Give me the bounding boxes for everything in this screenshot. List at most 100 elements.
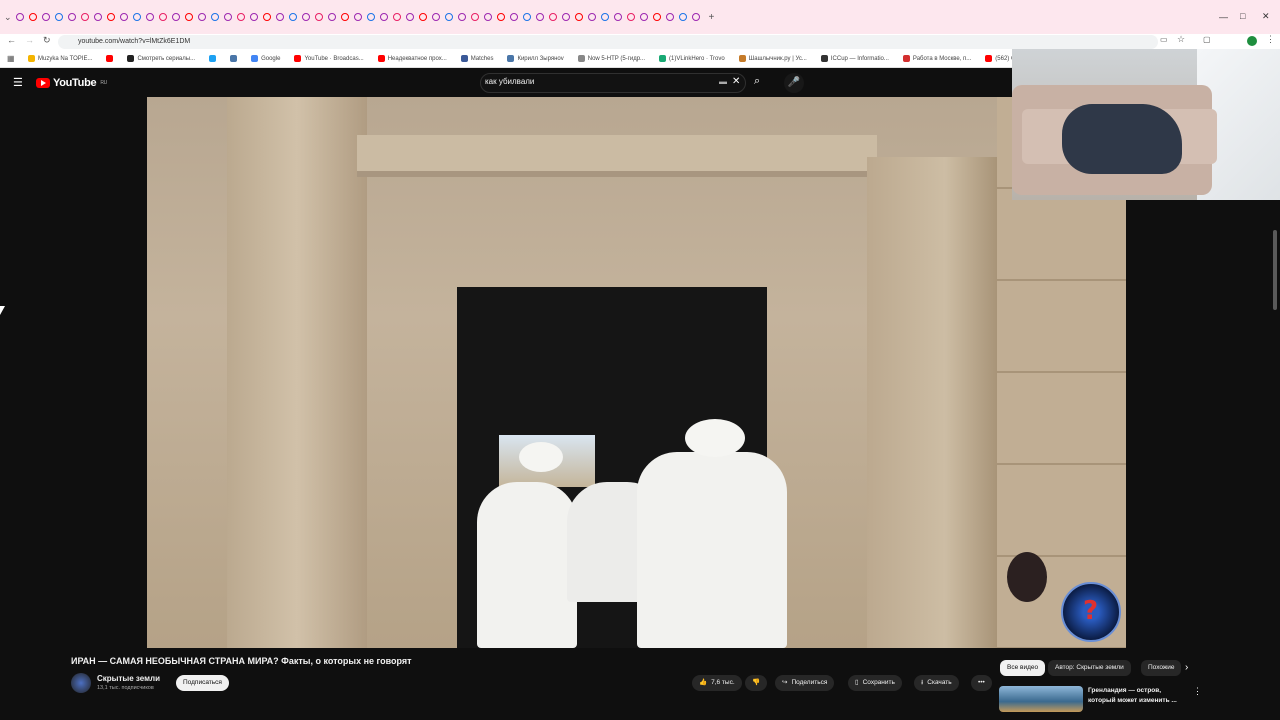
subscribe-button[interactable]: Подписаться bbox=[176, 675, 229, 691]
browser-tab-favicon-icon[interactable] bbox=[574, 13, 583, 21]
browser-tab-favicon-icon[interactable] bbox=[275, 13, 284, 21]
clear-search-icon[interactable]: ✕ bbox=[732, 76, 740, 87]
share-button[interactable]: ↪ Поделиться bbox=[775, 675, 835, 691]
chip-related[interactable]: Похожие bbox=[1141, 660, 1181, 676]
search-icon[interactable]: ⌕ bbox=[754, 75, 760, 88]
bookmark-item[interactable]: Кирилл Зыряноv bbox=[507, 55, 564, 62]
apps-grid-icon[interactable]: ▦ bbox=[7, 54, 15, 63]
channel-watermark-icon[interactable]: ? bbox=[1061, 582, 1121, 642]
bookmark-item[interactable]: Now 5-HTP (5-гидр... bbox=[577, 55, 645, 62]
browser-tab-favicon-icon[interactable] bbox=[158, 13, 167, 21]
recommendation-menu-icon[interactable]: ⋮ bbox=[1193, 686, 1202, 697]
minimize-button[interactable]: — bbox=[1219, 12, 1228, 22]
browser-tab-favicon-icon[interactable] bbox=[119, 13, 128, 21]
bookmark-item[interactable]: (1)VLinkHero · Trovo bbox=[659, 55, 725, 62]
chip-all-videos[interactable]: Все видео bbox=[1000, 660, 1046, 676]
browser-tab-favicon-icon[interactable] bbox=[418, 13, 427, 21]
browser-tab-favicon-icon[interactable] bbox=[548, 13, 557, 21]
browser-tab-favicon-icon[interactable] bbox=[457, 13, 466, 21]
close-window-button[interactable]: ✕ bbox=[1262, 11, 1270, 22]
browser-tab-favicon-icon[interactable] bbox=[210, 13, 219, 21]
browser-tab-favicon-icon[interactable] bbox=[223, 13, 232, 21]
browser-tab-favicon-icon[interactable] bbox=[80, 13, 89, 21]
reload-icon[interactable]: ↻ bbox=[43, 35, 51, 46]
browser-tab-favicon-icon[interactable] bbox=[54, 13, 63, 21]
recommendation-title[interactable]: Гренландия — остров, который может измен… bbox=[1088, 686, 1188, 706]
bookmark-item[interactable] bbox=[230, 55, 238, 62]
recommendation-thumbnail[interactable] bbox=[999, 686, 1083, 712]
search-input[interactable]: как убилвали bbox=[485, 77, 534, 86]
bookmark-item[interactable]: Неадекватное прох... bbox=[377, 55, 447, 62]
browser-tab-favicon-icon[interactable] bbox=[522, 13, 531, 21]
more-actions-button[interactable]: ••• bbox=[971, 675, 992, 691]
browser-tab-favicon-icon[interactable] bbox=[249, 13, 258, 21]
browser-tab-favicon-icon[interactable] bbox=[613, 13, 622, 21]
bookmark-item[interactable]: Matches bbox=[460, 55, 493, 62]
browser-tab-favicon-icon[interactable] bbox=[379, 13, 388, 21]
browser-tab-favicon-icon[interactable] bbox=[639, 13, 648, 21]
browser-tab-favicon-icon[interactable] bbox=[314, 13, 323, 21]
channel-avatar[interactable] bbox=[71, 673, 91, 693]
profile-icon[interactable] bbox=[1247, 36, 1257, 46]
like-button[interactable]: 👍 7,6 тыс. bbox=[692, 675, 742, 691]
new-tab-icon[interactable]: + bbox=[709, 12, 715, 23]
browser-tab-favicon-icon[interactable] bbox=[444, 13, 453, 21]
browser-tab-favicon-icon[interactable] bbox=[327, 13, 336, 21]
browser-tab-favicon-icon[interactable] bbox=[93, 13, 102, 21]
browser-tab-favicon-icon[interactable] bbox=[470, 13, 479, 21]
browser-tab-favicon-icon[interactable] bbox=[626, 13, 635, 21]
bookmark-item[interactable]: Google bbox=[251, 55, 280, 62]
hamburger-menu-icon[interactable]: ☰ bbox=[13, 76, 23, 89]
download-button[interactable]: ⭳ Скачать bbox=[914, 675, 959, 691]
bookmark-item[interactable]: Работа в Москве, п... bbox=[902, 55, 971, 62]
page-scrollbar[interactable] bbox=[1273, 230, 1277, 310]
bookmark-item[interactable]: Muzyka Na TOPIE... bbox=[28, 55, 92, 62]
browser-tab-favicon-icon[interactable] bbox=[483, 13, 492, 21]
browser-tab-favicon-icon[interactable] bbox=[184, 13, 193, 21]
chip-author[interactable]: Автор: Скрытые земли bbox=[1048, 660, 1131, 676]
microphone-icon[interactable]: 🎤 bbox=[784, 73, 804, 93]
cast-icon[interactable]: ▭ bbox=[1160, 35, 1168, 44]
browser-tab-favicon-icon[interactable] bbox=[678, 13, 687, 21]
browser-tab-favicon-icon[interactable] bbox=[561, 13, 570, 21]
chevron-right-icon[interactable]: › bbox=[1185, 662, 1188, 673]
bookmark-item[interactable]: ICCup — Informatio... bbox=[820, 55, 889, 62]
dislike-button[interactable]: 👎 bbox=[745, 675, 768, 691]
browser-tab-favicon-icon[interactable] bbox=[392, 13, 401, 21]
channel-name[interactable]: Скрытые земли bbox=[97, 674, 160, 683]
browser-tab-favicon-icon[interactable] bbox=[652, 13, 661, 21]
browser-tab-favicon-icon[interactable] bbox=[600, 13, 609, 21]
keyboard-icon[interactable]: ▬ bbox=[719, 77, 727, 86]
bookmark-item[interactable] bbox=[106, 55, 114, 62]
browser-tab-favicon-icon[interactable] bbox=[41, 13, 50, 21]
browser-tab-favicon-icon[interactable] bbox=[431, 13, 440, 21]
bookmark-item[interactable]: YouTube · Broadcas... bbox=[294, 55, 364, 62]
save-button[interactable]: ▯ Сохранить bbox=[848, 675, 902, 691]
browser-tab-favicon-icon[interactable] bbox=[288, 13, 297, 21]
browser-tab-favicon-icon[interactable] bbox=[340, 13, 349, 21]
browser-tab-favicon-icon[interactable] bbox=[67, 13, 76, 21]
maximize-button[interactable]: □ bbox=[1240, 11, 1245, 21]
url-field[interactable]: youtube.com/watch?v=lMtZk6E1DM bbox=[58, 35, 1158, 49]
browser-tab-favicon-icon[interactable] bbox=[236, 13, 245, 21]
bookmark-item[interactable] bbox=[209, 55, 217, 62]
browser-tab-favicon-icon[interactable] bbox=[301, 13, 310, 21]
browser-tab-favicon-icon[interactable] bbox=[171, 13, 180, 21]
bookmark-item[interactable]: Смотреть сериалы... bbox=[127, 55, 195, 62]
browser-tab-favicon-icon[interactable] bbox=[197, 13, 206, 21]
browser-tab-favicon-icon[interactable] bbox=[262, 13, 271, 21]
browser-tab-favicon-icon[interactable] bbox=[15, 13, 24, 21]
browser-tab-favicon-icon[interactable] bbox=[509, 13, 518, 21]
star-icon[interactable]: ☆ bbox=[1177, 34, 1185, 45]
browser-tab-favicon-icon[interactable] bbox=[691, 13, 700, 21]
browser-tab-favicon-icon[interactable] bbox=[587, 13, 596, 21]
browser-tab-favicon-icon[interactable] bbox=[145, 13, 154, 21]
browser-tab-favicon-icon[interactable] bbox=[366, 13, 375, 21]
youtube-logo[interactable]: YouTube RU bbox=[36, 77, 107, 89]
bookmark-item[interactable]: Шашлычник.ру | Ус... bbox=[738, 55, 807, 62]
chevron-down-icon[interactable]: ⌄ bbox=[4, 12, 12, 23]
browser-tab-favicon-icon[interactable] bbox=[106, 13, 115, 21]
browser-tab-favicon-icon[interactable] bbox=[132, 13, 141, 21]
extensions-icon[interactable]: ▢ bbox=[1203, 35, 1211, 44]
browser-tab-favicon-icon[interactable] bbox=[665, 13, 674, 21]
